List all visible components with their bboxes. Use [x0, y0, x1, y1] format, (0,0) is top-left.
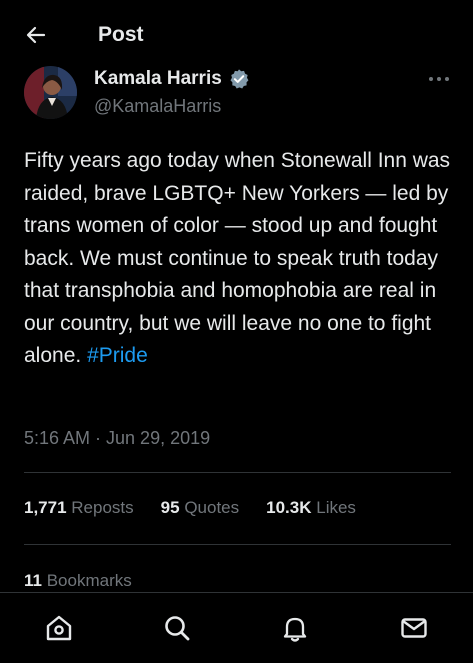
quotes-stat[interactable]: 95 Quotes [161, 498, 239, 518]
bookmarks-label: Bookmarks [46, 571, 132, 590]
bookmarks-stat[interactable]: 11 Bookmarks [24, 571, 132, 591]
author-handle[interactable]: @KamalaHarris [94, 96, 221, 117]
profile-photo-icon [24, 66, 77, 119]
arrow-left-icon [26, 26, 46, 44]
divider [24, 544, 451, 545]
avatar[interactable] [24, 66, 77, 119]
notifications-icon [283, 617, 307, 642]
reposts-stat[interactable]: 1,771 Reposts [24, 498, 134, 518]
quotes-label: Quotes [184, 498, 240, 517]
nav-notifications[interactable] [278, 611, 312, 645]
post-stats: 1,771 Reposts 95 Quotes 10.3K Likes [24, 498, 383, 518]
likes-stat[interactable]: 10.3K Likes [266, 498, 356, 518]
back-button[interactable] [18, 20, 54, 50]
home-icon [46, 615, 72, 641]
reposts-label: Reposts [71, 498, 134, 517]
bookmarks-count: 11 [24, 571, 42, 590]
post-timestamp[interactable]: 5:16 AM · Jun 29, 2019 [24, 428, 210, 449]
post-text: Fifty years ago today when Stonewall Inn… [24, 145, 454, 373]
likes-label: Likes [316, 498, 356, 517]
quotes-count: 95 [160, 498, 180, 517]
nav-search[interactable] [160, 611, 194, 645]
bottom-navigation [0, 592, 473, 663]
likes-count: 10.3K [266, 498, 312, 517]
nav-home[interactable] [42, 611, 76, 645]
page-title: Post [98, 23, 144, 46]
nav-messages[interactable] [397, 611, 431, 645]
hashtag-link[interactable]: #Pride [87, 344, 148, 367]
messages-icon [401, 618, 427, 638]
search-icon [165, 616, 190, 641]
more-dots-icon [429, 77, 449, 81]
post-body: Fifty years ago today when Stonewall Inn… [24, 149, 451, 367]
top-bar: Post [0, 0, 473, 70]
reposts-count: 1,771 [24, 498, 67, 517]
verified-badge-icon [230, 69, 249, 89]
more-options-button[interactable] [424, 66, 454, 92]
divider [24, 472, 451, 473]
author-name-text: Kamala Harris [94, 68, 222, 89]
author-name[interactable]: Kamala Harris [94, 68, 250, 90]
